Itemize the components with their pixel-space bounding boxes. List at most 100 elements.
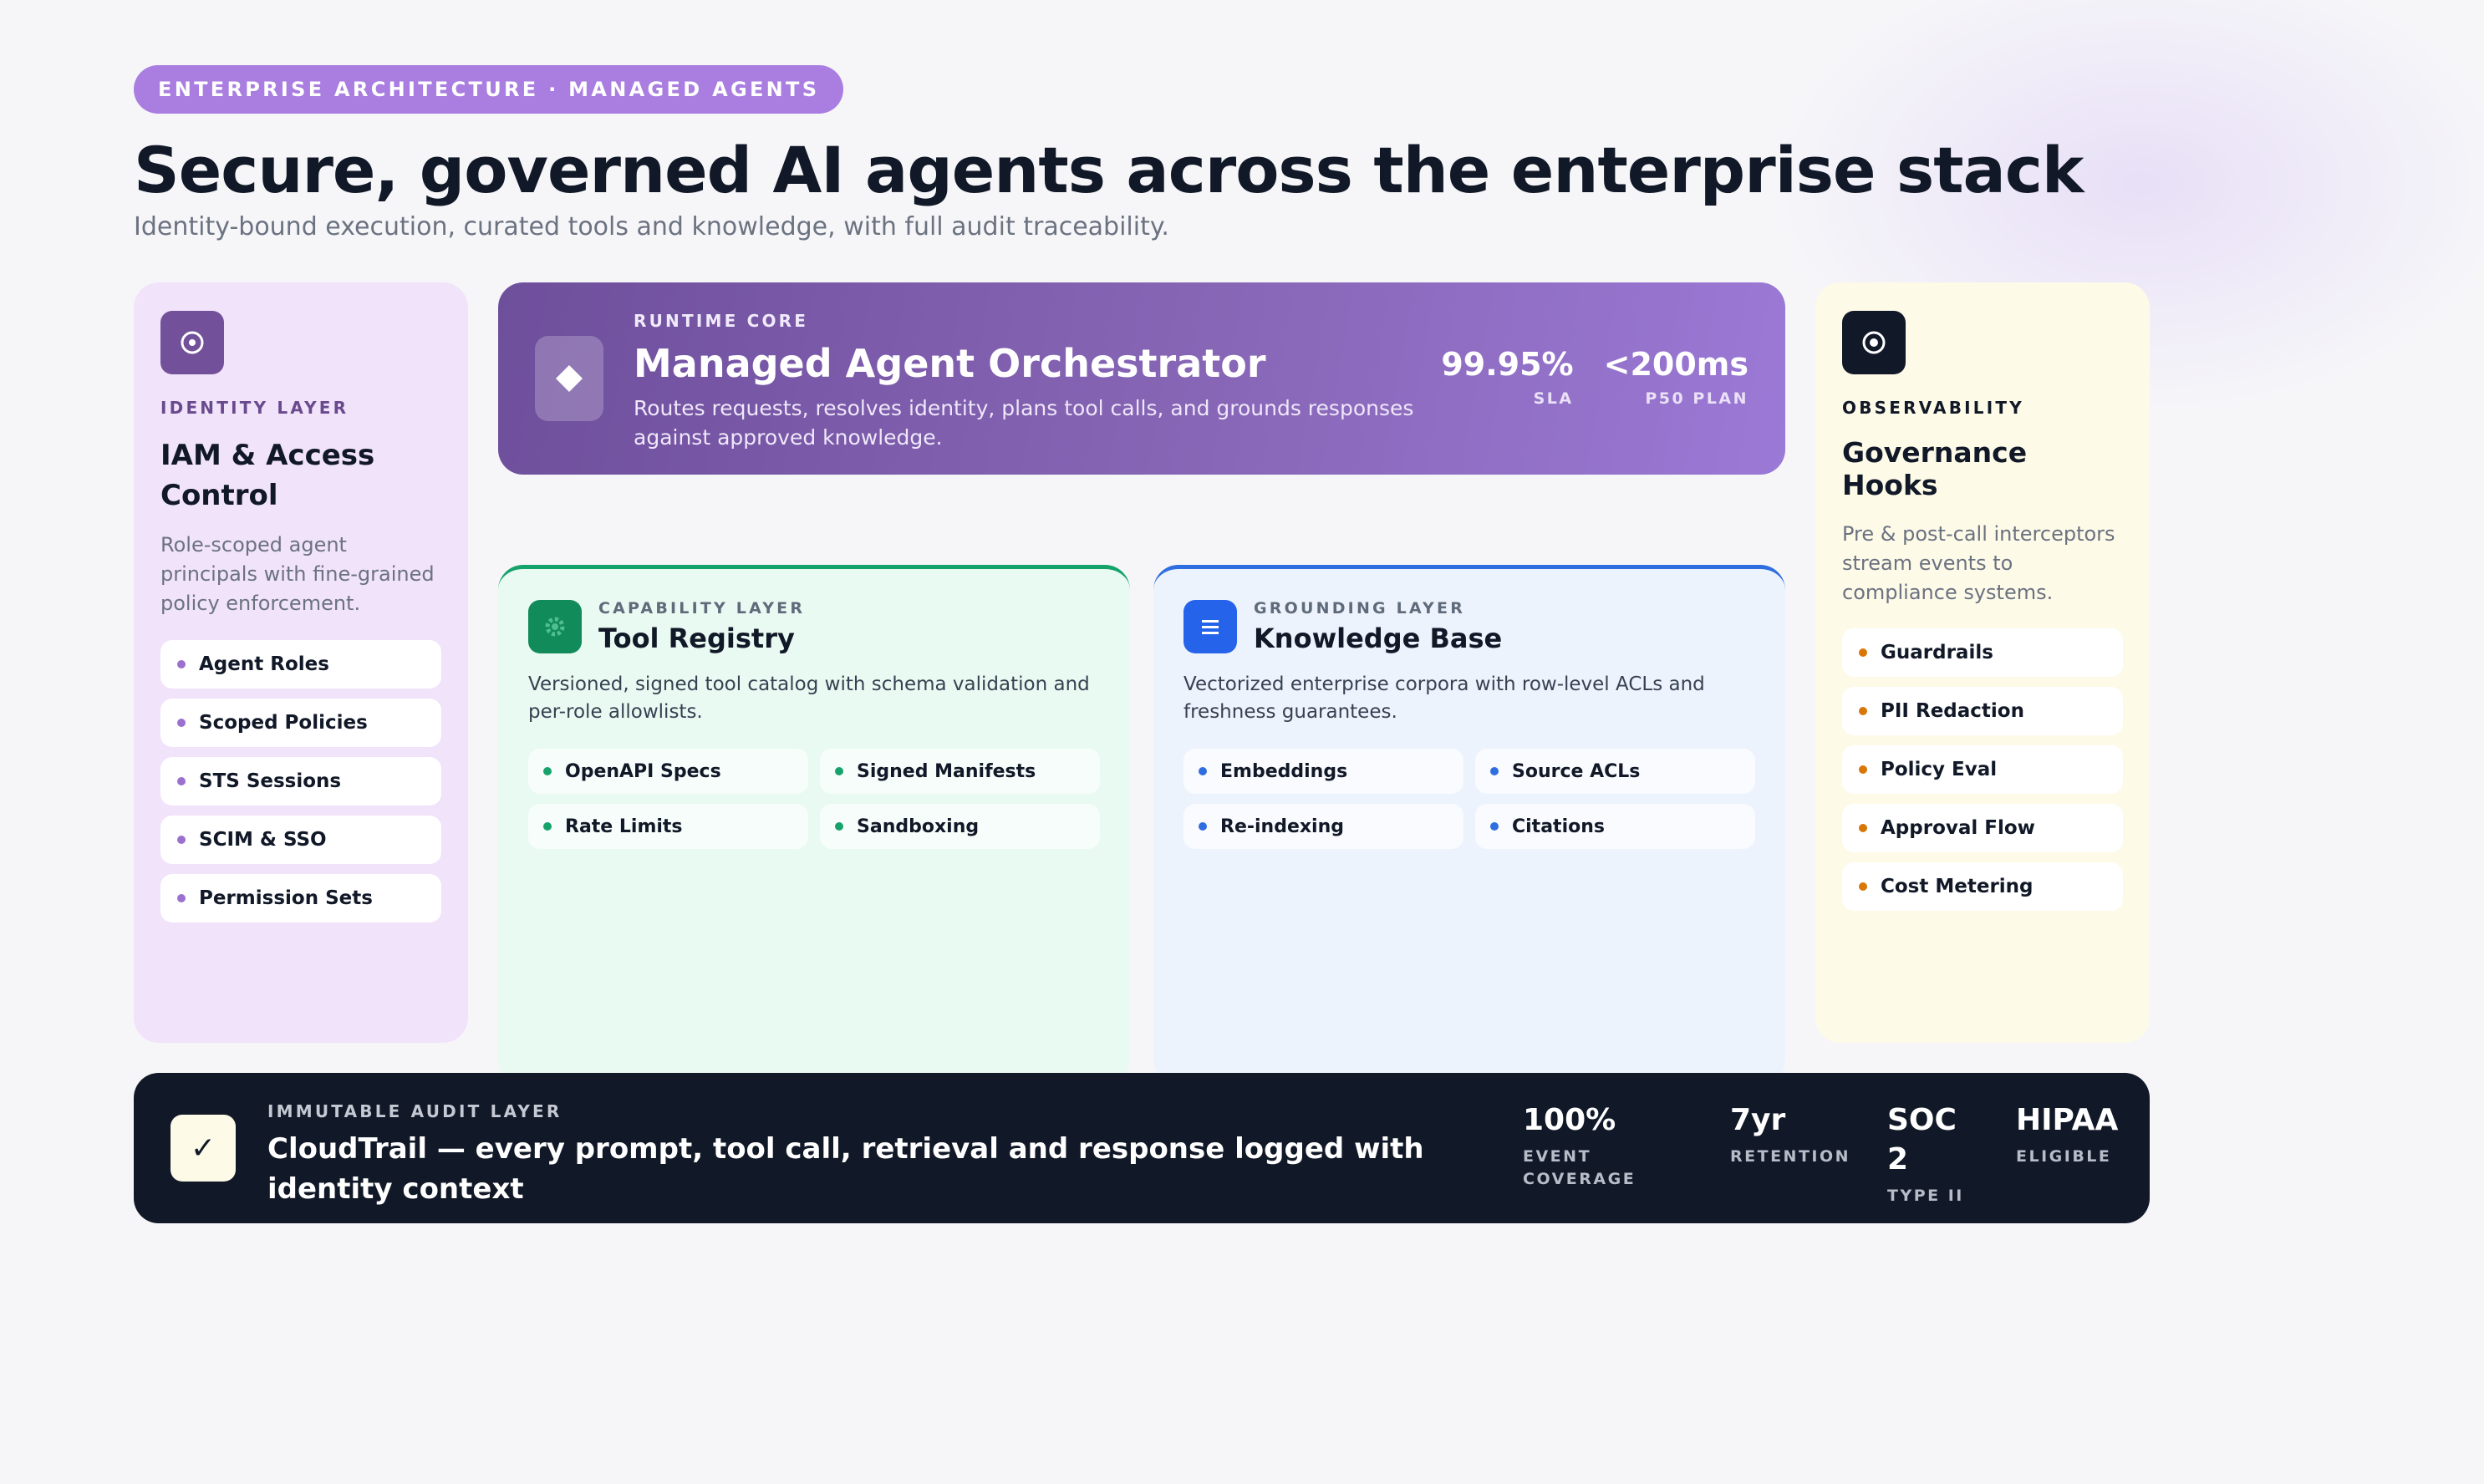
audit-title: CloudTrail — every prompt, tool call, re…: [267, 1132, 1424, 1206]
metric-sla: 99.95% SLA: [1441, 346, 1573, 408]
stat-value: 100%: [1523, 1103, 1616, 1137]
stat-soc2: SOC 2 TYPE II: [1887, 1101, 2016, 1207]
knowledge-items: Embeddings Source ACLs Re-indexing Citat…: [1183, 749, 1755, 850]
eye-target-icon: [1842, 311, 1906, 374]
diamond-icon: [535, 336, 603, 421]
item-label: Approval Flow: [1881, 817, 2035, 840]
tool-registry-card: CAPABILITY LAYER Tool Registry Versioned…: [498, 565, 1130, 1085]
bullet-dot: [543, 822, 552, 831]
list-item: STS Sessions: [160, 756, 441, 806]
stat-label: RETENTION: [1730, 1146, 1851, 1166]
item-label: PII Redaction: [1881, 700, 2024, 723]
list-item: Approval Flow: [1842, 804, 2123, 853]
identity-layer-card: IDENTITY LAYER IAM & Access Control Role…: [134, 282, 468, 1043]
check-icon: ✓: [171, 1115, 236, 1182]
audit-stats: 100% EVENT COVERAGE 7yr RETENTION SOC 2 …: [1523, 1101, 2118, 1207]
item-label: SCIM & SSO: [199, 828, 327, 851]
audit-label: IMMUTABLE AUDIT LAYER: [267, 1101, 562, 1121]
item-label: Source ACLs: [1512, 760, 1641, 782]
governance-label: OBSERVABILITY: [1842, 398, 2024, 418]
bullet-dot: [177, 718, 186, 727]
bullet-dot: [177, 659, 186, 668]
list-item: Signed Manifests: [820, 749, 1100, 795]
list-item: Cost Metering: [1842, 862, 2123, 912]
list-item: Rate Limits: [528, 804, 808, 850]
list-item: Guardrails: [1842, 628, 2123, 678]
identity-description: Role-scoped agent principals with fine-g…: [160, 533, 435, 615]
item-label: Sandboxing: [857, 816, 980, 837]
bullet-dot: [1859, 648, 1867, 658]
orchestrator-label: RUNTIME CORE: [634, 311, 809, 331]
list-item: OpenAPI Specs: [528, 749, 808, 795]
knowledge-title: Knowledge Base: [1254, 623, 1503, 654]
bullet-dot: [1859, 882, 1867, 892]
orchestrator-metrics: 99.95% SLA <200ms P50 PLAN: [1441, 346, 1748, 408]
list-icon: [1183, 600, 1237, 653]
bullet-dot: [543, 767, 552, 776]
item-label: OpenAPI Specs: [565, 760, 721, 782]
list-item: SCIM & SSO: [160, 815, 441, 864]
bullet-dot: [177, 776, 186, 785]
stat-hipaa: HIPAA ELIGIBLE: [2016, 1101, 2118, 1207]
tools-label: CAPABILITY LAYER: [598, 599, 806, 617]
orchestrator-title: Managed Agent Orchestrator: [634, 341, 1266, 386]
item-label: Citations: [1512, 816, 1605, 837]
item-label: Embeddings: [1220, 760, 1348, 782]
gear-icon: [528, 600, 582, 653]
bullet-dot: [1199, 822, 1207, 831]
item-label: Signed Manifests: [857, 760, 1036, 782]
item-label: Permission Sets: [199, 887, 373, 909]
item-label: Policy Eval: [1881, 759, 1998, 781]
governance-title: Governance Hooks: [1842, 436, 2028, 501]
orchestrator-card: RUNTIME CORE Managed Agent Orchestrator …: [498, 282, 1785, 475]
knowledge-description: Vectorized enterprise corpora with row-l…: [1183, 673, 1705, 723]
bullet-dot: [177, 835, 186, 844]
orchestrator-description: Routes requests, resolves identity, plan…: [634, 396, 1414, 450]
architecture-page: ENTERPRISE ARCHITECTURE · MANAGED AGENTS…: [134, 65, 2150, 1223]
stat-label: EVENT COVERAGE: [1523, 1146, 1636, 1189]
list-item: Sandboxing: [820, 804, 1100, 850]
governance-items: Guardrails PII Redaction Policy Eval App…: [1842, 628, 2123, 912]
list-item: Permission Sets: [160, 873, 441, 922]
list-item: Agent Roles: [160, 639, 441, 689]
bullet-dot: [1490, 767, 1499, 776]
knowledge-label: GROUNDING LAYER: [1254, 599, 1466, 617]
bullet-dot: [1199, 767, 1207, 776]
bullet-dot: [1859, 765, 1867, 775]
list-item: Embeddings: [1183, 749, 1463, 795]
knowledge-base-card: GROUNDING LAYER Knowledge Base Vectorize…: [1153, 565, 1785, 1085]
list-item: Citations: [1475, 804, 1755, 850]
eyebrow-badge: ENTERPRISE ARCHITECTURE · MANAGED AGENTS: [134, 65, 844, 114]
bullet-dot: [177, 893, 186, 902]
metric-label: SLA: [1533, 389, 1574, 408]
governance-card: OBSERVABILITY Governance Hooks Pre & pos…: [1815, 282, 2150, 1043]
bullet-dot: [835, 822, 843, 831]
stat-value: HIPAA: [2016, 1103, 2119, 1137]
bullet-dot: [1859, 707, 1867, 716]
tools-title: Tool Registry: [598, 623, 795, 654]
bullet-dot: [1859, 824, 1867, 833]
page-subtitle: Identity-bound execution, curated tools …: [134, 211, 1169, 241]
bullet-dot: [835, 767, 843, 776]
stat-label: ELIGIBLE: [2016, 1146, 2112, 1166]
stat-value: 7yr: [1730, 1103, 1786, 1137]
target-icon: [160, 311, 224, 374]
identity-label: IDENTITY LAYER: [160, 398, 349, 418]
item-label: Re-indexing: [1220, 816, 1345, 837]
item-label: STS Sessions: [199, 770, 342, 792]
item-label: Agent Roles: [199, 653, 329, 675]
list-item: PII Redaction: [1842, 687, 2123, 736]
list-item: Re-indexing: [1183, 804, 1463, 850]
tools-items: OpenAPI Specs Signed Manifests Rate Limi…: [528, 749, 1100, 850]
identity-items: Agent Roles Scoped Policies STS Sessions…: [160, 639, 441, 922]
metric-label: P50 PLAN: [1645, 389, 1748, 408]
list-item: Source ACLs: [1475, 749, 1755, 795]
stat-coverage: 100% EVENT COVERAGE: [1523, 1101, 1730, 1207]
metric-p50: <200ms P50 PLAN: [1604, 346, 1748, 408]
bullet-dot: [1490, 822, 1499, 831]
item-label: Scoped Policies: [199, 711, 368, 734]
list-item: Policy Eval: [1842, 745, 2123, 795]
page-title: Secure, governed AI agents across the en…: [134, 133, 2084, 207]
governance-description: Pre & post-call interceptors stream even…: [1842, 522, 2115, 604]
stat-retention: 7yr RETENTION: [1730, 1101, 1887, 1207]
